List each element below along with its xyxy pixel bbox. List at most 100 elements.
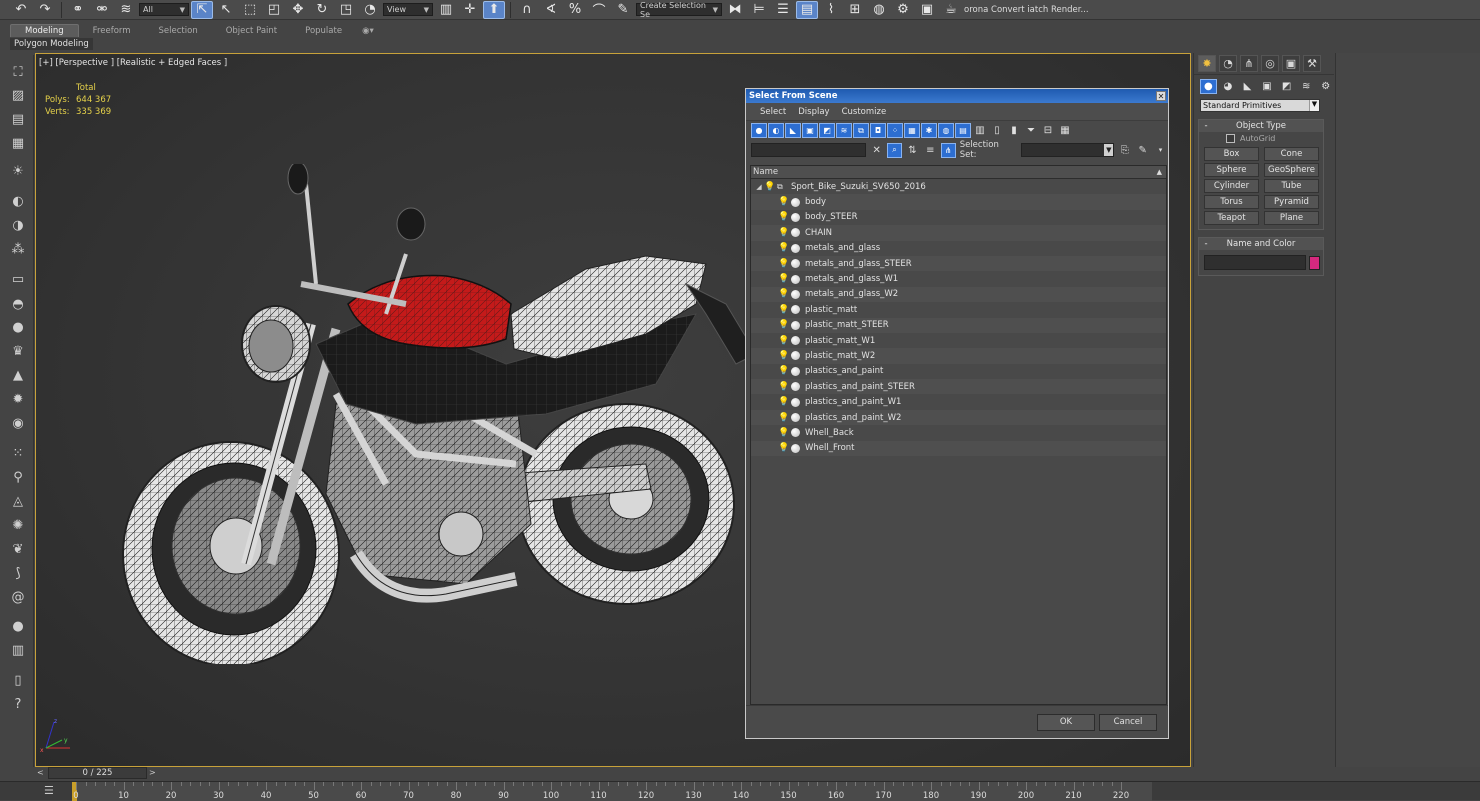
rotate-icon[interactable]: ↻ xyxy=(311,1,333,19)
tab-freeform[interactable]: Freeform xyxy=(79,25,145,37)
tree-object-row[interactable]: 💡 Whell_Front xyxy=(751,440,1166,457)
more-options-icon[interactable]: ▾ xyxy=(1153,143,1168,158)
geosphere-button[interactable]: GeoSphere xyxy=(1264,163,1319,177)
dome-icon[interactable]: ◓ xyxy=(8,295,28,313)
collapse-icon[interactable]: ◢ xyxy=(754,183,764,191)
light-bulb-icon[interactable]: 💡 xyxy=(778,428,789,438)
tube-button[interactable]: Tube xyxy=(1264,179,1319,193)
cone-icon[interactable]: ▲ xyxy=(8,366,28,384)
light-bulb-icon[interactable]: 💡 xyxy=(778,351,789,361)
select-invert-icon[interactable]: ▮ xyxy=(1006,123,1022,138)
tree-object-row[interactable]: 💡 metals_and_glass_STEER xyxy=(751,255,1166,272)
select-from-scene-dialog[interactable]: Select From Scene ✕ Select Display Custo… xyxy=(745,88,1169,739)
tree-object-row[interactable]: 💡 plastic_matt_W1 xyxy=(751,333,1166,348)
tree-object-row[interactable]: 💡 plastics_and_paint xyxy=(751,364,1166,379)
find-name-input[interactable] xyxy=(751,143,867,157)
select-object-icon[interactable]: ⇱ xyxy=(191,0,213,19)
filter-helpers-icon[interactable]: ◩ xyxy=(819,123,835,138)
tree-object-row[interactable]: 💡 Whell_Back xyxy=(751,425,1166,440)
hair-icon[interactable]: ⟆ xyxy=(8,564,28,582)
tab-populate[interactable]: Populate xyxy=(291,25,356,37)
select-by-name-icon[interactable]: ↖ xyxy=(215,1,237,19)
undo-icon[interactable]: ↶ xyxy=(10,1,32,19)
document-icon[interactable]: ▤ xyxy=(8,110,28,128)
close-icon[interactable]: ✕ xyxy=(1156,91,1166,101)
bind-spacewarp-icon[interactable]: ≋ xyxy=(115,1,137,19)
autogrid-checkbox[interactable] xyxy=(1226,134,1235,143)
light-bulb-icon[interactable]: 💡 xyxy=(778,197,789,207)
object-color-swatch[interactable] xyxy=(1309,255,1320,270)
disc-icon[interactable]: ◉ xyxy=(8,414,28,432)
tree-object-row[interactable]: 💡 plastic_matt xyxy=(751,302,1166,317)
tab-modeling[interactable]: Modeling xyxy=(10,24,79,37)
light-bulb-icon[interactable]: 💡 xyxy=(778,259,789,269)
cancel-button[interactable]: Cancel xyxy=(1099,714,1157,731)
find-case-icon[interactable]: ⌕ xyxy=(887,142,902,158)
ball-icon[interactable]: ● xyxy=(8,617,28,635)
create-tab-icon[interactable]: ✸ xyxy=(1198,55,1216,72)
box-button[interactable]: Box xyxy=(1204,147,1259,161)
shapes-category-icon[interactable]: ◕ xyxy=(1220,79,1237,94)
grass-icon[interactable]: ❦ xyxy=(8,540,28,558)
filter-cameras-icon[interactable]: ▣ xyxy=(802,123,818,138)
hierarchy-view-icon[interactable]: ⋔ xyxy=(940,142,956,158)
filter-geometry-icon[interactable]: ● xyxy=(751,123,767,138)
light-bulb-icon[interactable]: 💡 xyxy=(778,289,789,299)
utilities-tab-icon[interactable]: ⚒ xyxy=(1303,55,1321,72)
scene-explorer-icon[interactable]: ▤ xyxy=(796,0,818,19)
teapot-button[interactable]: Teapot xyxy=(1204,211,1259,225)
filter-hidden-icon[interactable]: ◍ xyxy=(938,123,954,138)
object-type-rollout-header[interactable]: - Object Type xyxy=(1199,120,1323,132)
spiral-icon[interactable]: @ xyxy=(8,588,28,606)
filter-bones-icon[interactable]: ⁘ xyxy=(887,123,903,138)
plane-button[interactable]: Plane xyxy=(1264,211,1319,225)
light-bulb-icon[interactable]: 💡 xyxy=(764,182,775,192)
viewport-label[interactable]: [+] [Perspective ] [Realistic + Edged Fa… xyxy=(39,58,227,68)
menu-customize[interactable]: Customize xyxy=(836,107,893,117)
cameras-category-icon[interactable]: ▣ xyxy=(1259,79,1276,94)
light-bulb-icon[interactable]: 💡 xyxy=(778,366,789,376)
ribbon-options-icon[interactable]: ◉▾ xyxy=(356,25,380,37)
particles-icon[interactable]: ⁂ xyxy=(8,240,28,258)
mini-curve-editor-icon[interactable]: ☰ xyxy=(44,784,54,797)
light-bulb-icon[interactable]: 💡 xyxy=(778,228,789,238)
rendered-frame-window-icon[interactable]: ▣ xyxy=(916,1,938,19)
light-bulb-icon[interactable]: 💡 xyxy=(778,336,789,346)
name-column-header[interactable]: Name ▲ xyxy=(751,166,1166,179)
dots-icon[interactable]: ⁙ xyxy=(8,444,28,462)
triangle-frame-icon[interactable]: ◬ xyxy=(8,492,28,510)
schematic-view-icon[interactable]: ⊞ xyxy=(844,1,866,19)
connect-icon[interactable]: ⚲ xyxy=(8,468,28,486)
tree-object-row[interactable]: 💡 body xyxy=(751,194,1166,210)
light-bulb-icon[interactable]: 💡 xyxy=(778,243,789,253)
tab-selection[interactable]: Selection xyxy=(145,25,212,37)
filter-containers-icon[interactable]: ▦ xyxy=(904,123,920,138)
sun-icon[interactable]: ✹ xyxy=(8,390,28,408)
sort-ascending-icon[interactable]: ▲ xyxy=(1157,166,1162,178)
plane-icon[interactable]: ▭ xyxy=(8,270,28,288)
pyramid-button[interactable]: Pyramid xyxy=(1264,195,1319,209)
move-icon[interactable]: ✥ xyxy=(287,1,309,19)
systems-category-icon[interactable]: ⚙ xyxy=(1317,79,1334,94)
selection-set-dropdown[interactable]: ▼ xyxy=(1020,143,1115,157)
motorcycle-wireframe-model[interactable] xyxy=(86,164,766,664)
light-bulb-icon[interactable]: 💡 xyxy=(778,397,789,407)
light-bulb-icon[interactable]: 💡 xyxy=(778,305,789,315)
modify-tab-icon[interactable]: ◔ xyxy=(1219,55,1237,72)
polygon-modeling-label[interactable]: Polygon Modeling xyxy=(10,38,93,50)
menu-select[interactable]: Select xyxy=(754,107,792,117)
helpers-category-icon[interactable]: ◩ xyxy=(1278,79,1295,94)
light-bulb-icon[interactable]: 💡 xyxy=(778,212,789,222)
light-bulb-icon[interactable]: 💡 xyxy=(778,274,789,284)
sort-icon[interactable]: ⇅ xyxy=(905,143,920,158)
previous-frame-icon[interactable]: < xyxy=(37,768,44,777)
tree-object-row[interactable]: 💡 CHAIN xyxy=(751,225,1166,241)
render-setup-icon[interactable]: ⚙ xyxy=(892,1,914,19)
spacewarps-category-icon[interactable]: ≋ xyxy=(1298,79,1315,94)
filter-shapes-icon[interactable]: ◐ xyxy=(768,123,784,138)
ok-button[interactable]: OK xyxy=(1037,714,1095,731)
grid-table-icon[interactable]: ▦ xyxy=(8,134,28,152)
layers-icon[interactable]: ≡ xyxy=(923,143,938,158)
crown-icon[interactable]: ♛ xyxy=(8,342,28,360)
filter-groups-icon[interactable]: ⧉ xyxy=(853,123,869,138)
